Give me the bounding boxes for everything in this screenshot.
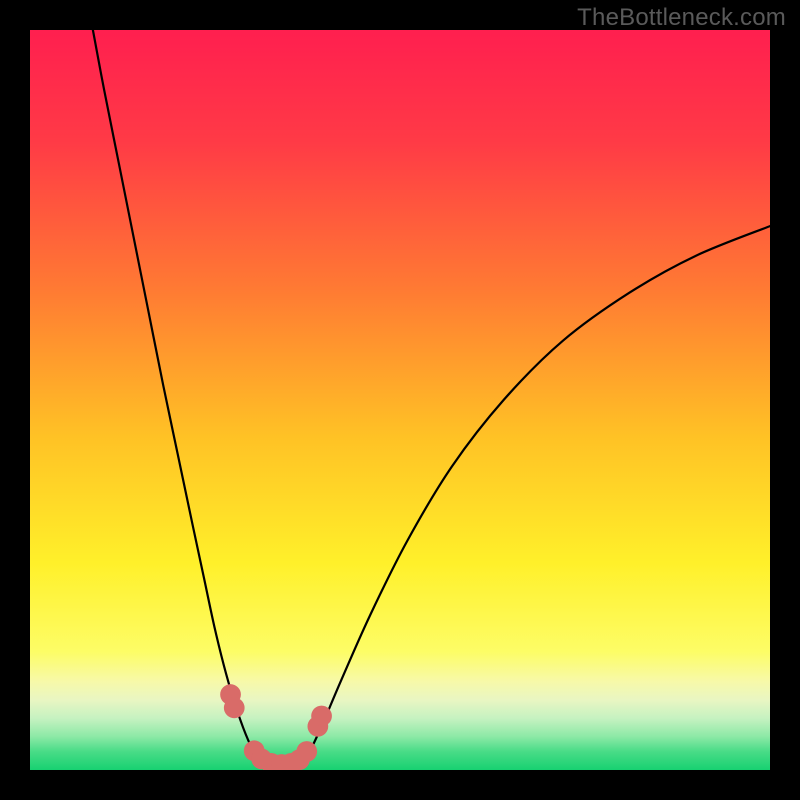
plot-area — [30, 30, 770, 770]
marker-group — [220, 684, 332, 770]
chart-frame: TheBottleneck.com — [0, 0, 800, 800]
data-marker — [296, 741, 317, 762]
watermark-text: TheBottleneck.com — [577, 4, 786, 32]
bottleneck-curve — [93, 30, 770, 766]
data-marker — [224, 697, 245, 718]
chart-svg — [30, 30, 770, 770]
data-marker — [311, 706, 332, 727]
